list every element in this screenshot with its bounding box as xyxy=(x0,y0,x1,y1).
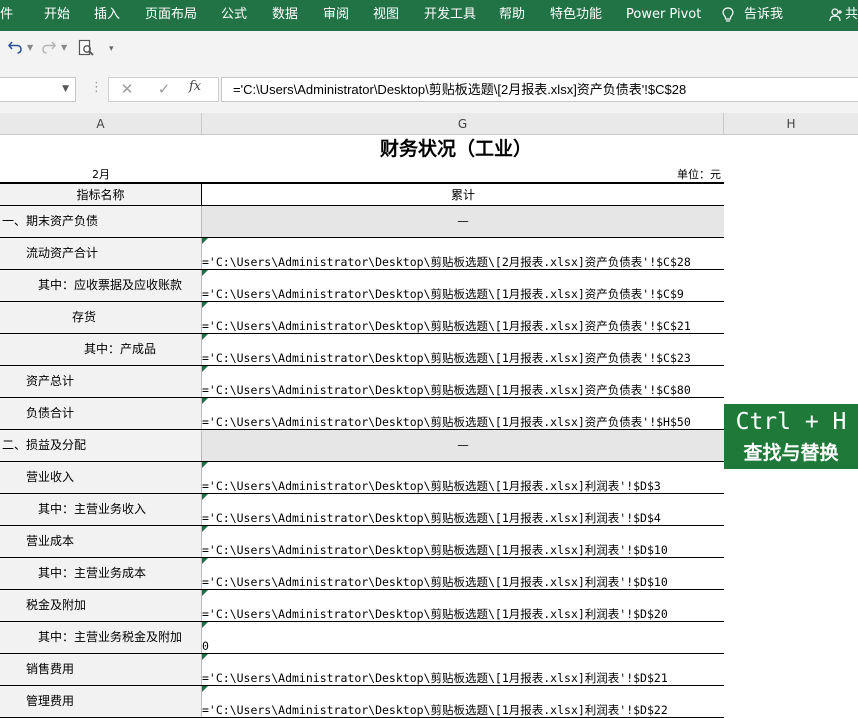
indicator-cell[interactable]: 负债合计 xyxy=(0,398,202,429)
month-cell[interactable]: 2月 xyxy=(0,164,202,182)
indicator-cell[interactable]: 资产总计 xyxy=(0,366,202,397)
customize-toolbar-icon[interactable]: ▾ xyxy=(109,44,114,54)
formula-input[interactable]: ='C:\Users\Administrator\Desktop\剪贴板选题\[… xyxy=(221,77,858,102)
indicator-cell[interactable]: 其中：主营业务成本 xyxy=(0,558,202,589)
error-indicator-icon xyxy=(202,526,208,532)
tab-help[interactable]: 帮助 xyxy=(499,0,525,31)
error-indicator-icon xyxy=(202,270,208,276)
indicator-cell[interactable]: 税金及附加 xyxy=(0,590,202,621)
quick-access-toolbar: ▼ ▼ ▾ xyxy=(0,31,858,67)
error-indicator-icon xyxy=(202,622,208,628)
undo-icon[interactable] xyxy=(7,39,23,59)
insert-function-icon[interactable]: fx xyxy=(189,79,201,94)
tab-formulas[interactable]: 公式 xyxy=(221,0,247,31)
tell-me-box[interactable]: 告诉我 xyxy=(722,0,783,31)
indicator-cell[interactable]: 营业成本 xyxy=(0,526,202,557)
shortcut-keys-label: Ctrl + H xyxy=(735,409,847,435)
indicator-cell[interactable]: 营业收入 xyxy=(0,462,202,493)
cumulative-value-cell[interactable]: ='C:\Users\Administrator\Desktop\剪贴板选题\[… xyxy=(202,238,724,269)
cumulative-value-cell[interactable]: ='C:\Users\Administrator\Desktop\剪贴板选题\[… xyxy=(202,462,724,493)
indicator-cell[interactable]: 其中：主营业务收入 xyxy=(0,494,202,525)
cumulative-value-cell[interactable]: — xyxy=(202,430,724,461)
redo-icon[interactable] xyxy=(41,39,57,59)
tab-power-pivot[interactable]: Power Pivot xyxy=(626,0,701,31)
unit-cell[interactable]: 单位：元 xyxy=(202,164,721,182)
error-indicator-icon xyxy=(202,462,208,468)
error-indicator-icon xyxy=(202,302,208,308)
cumulative-value-cell[interactable]: 0 xyxy=(202,622,724,653)
tell-me-label: 告诉我 xyxy=(744,7,784,22)
indicator-cell[interactable]: 流动资产合计 xyxy=(0,238,202,269)
cancel-icon[interactable]: ✕ xyxy=(114,80,140,99)
error-indicator-icon xyxy=(202,494,208,500)
error-indicator-icon xyxy=(202,654,208,660)
cumulative-value-cell[interactable]: ='C:\Users\Administrator\Desktop\剪贴板选题\[… xyxy=(202,270,724,301)
tab-home[interactable]: 开始 xyxy=(44,0,70,31)
tab-special-features[interactable]: 特色功能 xyxy=(550,0,602,31)
error-indicator-icon xyxy=(202,398,208,404)
indicator-cell[interactable]: 销售费用 xyxy=(0,654,202,685)
cumulative-value-cell[interactable]: ='C:\Users\Administrator\Desktop\剪贴板选题\[… xyxy=(202,590,724,621)
cumulative-value-cell[interactable]: ='C:\Users\Administrator\Desktop\剪贴板选题\[… xyxy=(202,654,724,685)
formula-buttons: ✕ ✓ fx xyxy=(108,77,219,102)
cumulative-value-cell[interactable]: ='C:\Users\Administrator\Desktop\剪贴板选题\[… xyxy=(202,302,724,333)
name-box[interactable]: ▼ xyxy=(0,77,76,102)
tab-view[interactable]: 视图 xyxy=(373,0,399,31)
indicator-cell[interactable]: 其中：产成品 xyxy=(0,334,202,365)
lightbulb-icon xyxy=(722,6,734,22)
print-preview-icon[interactable] xyxy=(78,39,95,59)
formula-bar: ▼ ⋮ ✕ ✓ fx ='C:\Users\Administrator\Desk… xyxy=(0,67,858,113)
shortcut-overlay: Ctrl + H 查找与替换 xyxy=(724,404,858,469)
formula-bar-grip-icon[interactable]: ⋮ xyxy=(90,80,103,96)
tab-page-layout[interactable]: 页面布局 xyxy=(145,0,197,31)
cumulative-value-cell[interactable]: — xyxy=(202,206,724,237)
indicator-cell[interactable]: 存货 xyxy=(0,302,202,333)
error-indicator-icon xyxy=(202,366,208,372)
ribbon-tab-bar: 件 开始 插入 页面布局 公式 数据 审阅 视图 开发工具 帮助 特色功能 Po… xyxy=(0,0,858,31)
indicator-cell[interactable]: 其中：应收票据及应收账款 xyxy=(0,270,202,301)
column-header-h[interactable]: H xyxy=(724,113,858,134)
cumulative-value-cell[interactable]: ='C:\Users\Administrator\Desktop\剪贴板选题\[… xyxy=(202,494,724,525)
share-label: 共 xyxy=(845,7,858,22)
column-headers: A G H xyxy=(0,113,858,135)
header-cumulative[interactable]: 累计 xyxy=(202,184,724,205)
enter-icon[interactable]: ✓ xyxy=(151,80,177,99)
cumulative-value-cell[interactable]: ='C:\Users\Administrator\Desktop\剪贴板选题\[… xyxy=(202,366,724,397)
redo-dropdown-icon[interactable]: ▼ xyxy=(61,43,67,52)
tab-data[interactable]: 数据 xyxy=(272,0,298,31)
indicator-cell[interactable]: 其中：主营业务税金及附加 xyxy=(0,622,202,653)
name-box-dropdown-icon[interactable]: ▼ xyxy=(62,84,69,94)
column-header-a[interactable]: A xyxy=(0,113,202,134)
error-indicator-icon xyxy=(202,238,208,244)
header-indicator-name[interactable]: 指标名称 xyxy=(0,184,202,205)
sheet-title[interactable]: 财务状况（工业） xyxy=(0,135,724,164)
error-indicator-icon xyxy=(202,590,208,596)
cumulative-value-cell[interactable]: ='C:\Users\Administrator\Desktop\剪贴板选题\[… xyxy=(202,526,724,557)
indicator-cell[interactable]: 二、损益及分配 xyxy=(0,430,202,461)
tab-file[interactable]: 件 xyxy=(0,0,13,31)
tab-insert[interactable]: 插入 xyxy=(94,0,120,31)
share-button[interactable]: 共 xyxy=(829,0,858,31)
person-icon xyxy=(829,7,842,21)
error-indicator-icon xyxy=(202,686,208,692)
cumulative-value-cell[interactable]: ='C:\Users\Administrator\Desktop\剪贴板选题\[… xyxy=(202,558,724,589)
tab-review[interactable]: 审阅 xyxy=(323,0,349,31)
cumulative-value-cell[interactable]: ='C:\Users\Administrator\Desktop\剪贴板选题\[… xyxy=(202,398,724,429)
error-indicator-icon xyxy=(202,334,208,340)
column-header-g[interactable]: G xyxy=(202,113,724,134)
error-indicator-icon xyxy=(202,558,208,564)
cumulative-value-cell[interactable]: ='C:\Users\Administrator\Desktop\剪贴板选题\[… xyxy=(202,334,724,365)
shortcut-description-label: 查找与替换 xyxy=(743,442,839,464)
indicator-cell[interactable]: 一、期末资产负债 xyxy=(0,206,202,237)
worksheet: 财务状况（工业） 2月 单位：元 指标名称 累计 一、期末资产负债 — 流动资产合计… xyxy=(0,135,858,718)
cumulative-value-cell[interactable]: ='C:\Users\Administrator\Desktop\剪贴板选题\[… xyxy=(202,686,724,717)
undo-dropdown-icon[interactable]: ▼ xyxy=(27,43,33,52)
indicator-cell[interactable]: 管理费用 xyxy=(0,686,202,717)
tab-developer[interactable]: 开发工具 xyxy=(424,0,476,31)
